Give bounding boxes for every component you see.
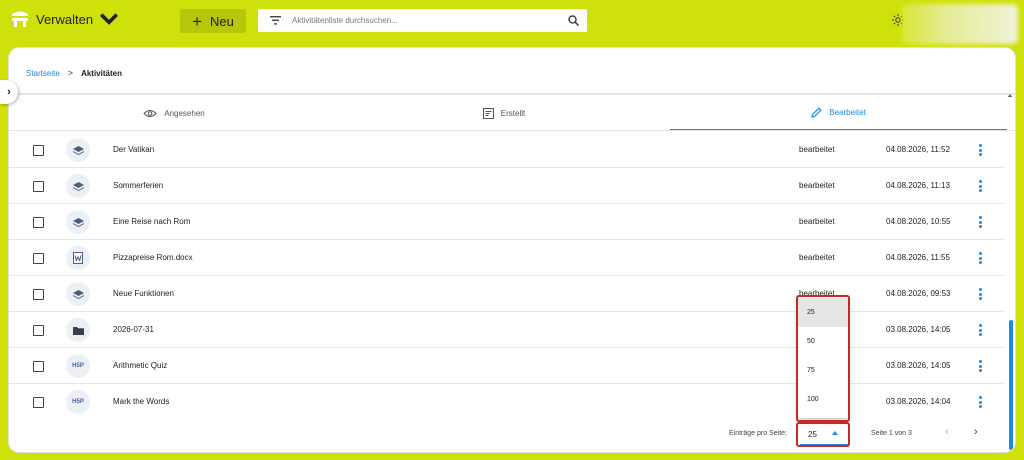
more-options-icon[interactable] <box>976 214 984 230</box>
filter-icon[interactable] <box>258 16 292 25</box>
plus-icon: + <box>192 11 203 31</box>
row-date: 04.08.2026, 10:55 <box>886 217 951 226</box>
tab-viewed[interactable]: Angesehen <box>9 96 339 130</box>
row-status: bearbeitet <box>799 253 835 262</box>
row-title[interactable]: Arithmetic Quiz <box>113 361 167 370</box>
row-date: 03.08.2026, 14:04 <box>886 397 951 406</box>
layers-icon <box>66 210 90 234</box>
row-date: 04.08.2026, 11:55 <box>886 253 950 262</box>
table-row[interactable]: Der Vatikan bearbeitet 04.08.2026, 11:52 <box>9 132 1005 168</box>
table-row[interactable]: Pizzapreise Rom.docx bearbeitet 04.08.20… <box>9 240 1005 276</box>
activity-tabs: Angesehen Erstellt Bearbeitet <box>9 96 1015 130</box>
row-title[interactable]: 2026-07-31 <box>113 325 154 334</box>
chevron-left-icon[interactable]: ‹ <box>945 426 949 438</box>
row-date: 04.08.2026, 11:52 <box>886 145 950 154</box>
header-divider <box>9 93 1015 95</box>
breadcrumb-current: Aktivitäten <box>81 68 122 78</box>
breadcrumb-home-link[interactable]: Startseite <box>26 69 60 78</box>
layers-icon <box>66 138 90 162</box>
page-info: Seite 1 von 3 <box>871 430 912 437</box>
row-checkbox[interactable] <box>33 181 44 192</box>
tab-divider <box>9 130 1015 131</box>
row-title[interactable]: Sommerferien <box>113 181 163 190</box>
layers-icon <box>66 282 90 306</box>
table-row[interactable]: Eine Reise nach Rom bearbeitet 04.08.202… <box>9 204 1005 240</box>
row-date: 03.08.2026, 14:05 <box>886 325 951 334</box>
tab-edited-label: Bearbeitet <box>829 108 866 117</box>
table-row[interactable]: Neue Funktionen bearbeitet 04.08.2026, 0… <box>9 276 1005 312</box>
tab-created-label: Erstellt <box>500 108 526 118</box>
top-bar: Verwalten + Neu <box>0 0 1024 44</box>
more-options-icon[interactable] <box>976 358 984 374</box>
more-options-icon[interactable] <box>976 322 984 338</box>
row-title[interactable]: Pizzapreise Rom.docx <box>113 253 193 262</box>
platform-logo-icon <box>12 11 28 27</box>
highlight-box-dropdown <box>796 295 850 422</box>
tab-edited[interactable]: Bearbeitet <box>670 96 1007 130</box>
chevron-right-icon: › <box>7 86 11 98</box>
breadcrumb-separator: > <box>67 68 74 78</box>
row-title[interactable]: Eine Reise nach Rom <box>113 217 190 226</box>
h5p-icon-label: H5P <box>72 363 84 369</box>
row-status: bearbeitet <box>799 181 835 190</box>
document-edit-icon <box>482 107 494 119</box>
h5p-icon: H5P <box>66 354 90 378</box>
highlight-box-select <box>796 422 850 447</box>
layers-icon <box>66 174 90 198</box>
more-options-icon[interactable] <box>976 178 984 194</box>
chevron-right-icon[interactable]: › <box>974 426 978 438</box>
row-status: bearbeitet <box>799 145 835 154</box>
row-title[interactable]: Der Vatikan <box>113 145 154 154</box>
eye-icon <box>143 109 157 117</box>
user-account-area[interactable] <box>902 4 1018 44</box>
tab-viewed-label: Angesehen <box>164 108 205 118</box>
h5p-icon: H5P <box>66 390 90 414</box>
manage-menu-label: Verwalten <box>36 11 94 27</box>
row-date: 04.08.2026, 11:13 <box>886 181 950 190</box>
row-checkbox[interactable] <box>33 361 44 372</box>
table-row[interactable]: H5P Arithmetic Quiz 03.08.2026, 14:05 <box>9 348 1005 384</box>
more-options-icon[interactable] <box>976 394 984 410</box>
row-checkbox[interactable] <box>33 217 44 228</box>
word-document-icon <box>66 246 90 270</box>
tab-created[interactable]: Erstellt <box>339 96 669 130</box>
more-options-icon[interactable] <box>976 142 984 158</box>
table-row[interactable]: 2026-07-31 03.08.2026, 14:05 <box>9 312 1005 348</box>
activities-panel: Startseite > Aktivitäten Angesehen Erste… <box>9 48 1015 452</box>
more-options-icon[interactable] <box>976 286 984 302</box>
folder-icon <box>66 318 90 342</box>
row-date: 03.08.2026, 14:05 <box>886 361 951 370</box>
scrollbar-thumb[interactable] <box>1009 320 1013 450</box>
row-checkbox[interactable] <box>33 325 44 336</box>
table-row[interactable]: H5P Mark the Words 03.08.2026, 14:04 <box>9 384 1005 420</box>
search-bar <box>258 9 587 32</box>
search-icon[interactable] <box>559 15 587 26</box>
h5p-icon-label: H5P <box>72 399 84 405</box>
new-button[interactable]: + Neu <box>180 9 246 33</box>
row-title[interactable]: Neue Funktionen <box>113 289 174 298</box>
more-options-icon[interactable] <box>976 250 984 266</box>
new-button-label: Neu <box>210 13 234 29</box>
row-checkbox[interactable] <box>33 145 44 156</box>
row-checkbox[interactable] <box>33 397 44 408</box>
row-checkbox[interactable] <box>33 289 44 300</box>
pencil-icon <box>811 107 822 118</box>
breadcrumb: Startseite > Aktivitäten <box>26 68 122 78</box>
search-input[interactable] <box>292 10 559 31</box>
row-date: 04.08.2026, 09:53 <box>886 289 951 298</box>
per-page-label: Einträge pro Seite: <box>729 430 787 437</box>
row-title[interactable]: Mark the Words <box>113 397 169 406</box>
chevron-down-icon <box>100 13 119 25</box>
scroll-up-arrow[interactable] <box>1008 94 1012 97</box>
manage-menu-button[interactable]: Verwalten <box>10 10 119 28</box>
table-row[interactable]: Sommerferien bearbeitet 04.08.2026, 11:1… <box>9 168 1005 204</box>
row-status: bearbeitet <box>799 217 835 226</box>
row-checkbox[interactable] <box>33 253 44 264</box>
